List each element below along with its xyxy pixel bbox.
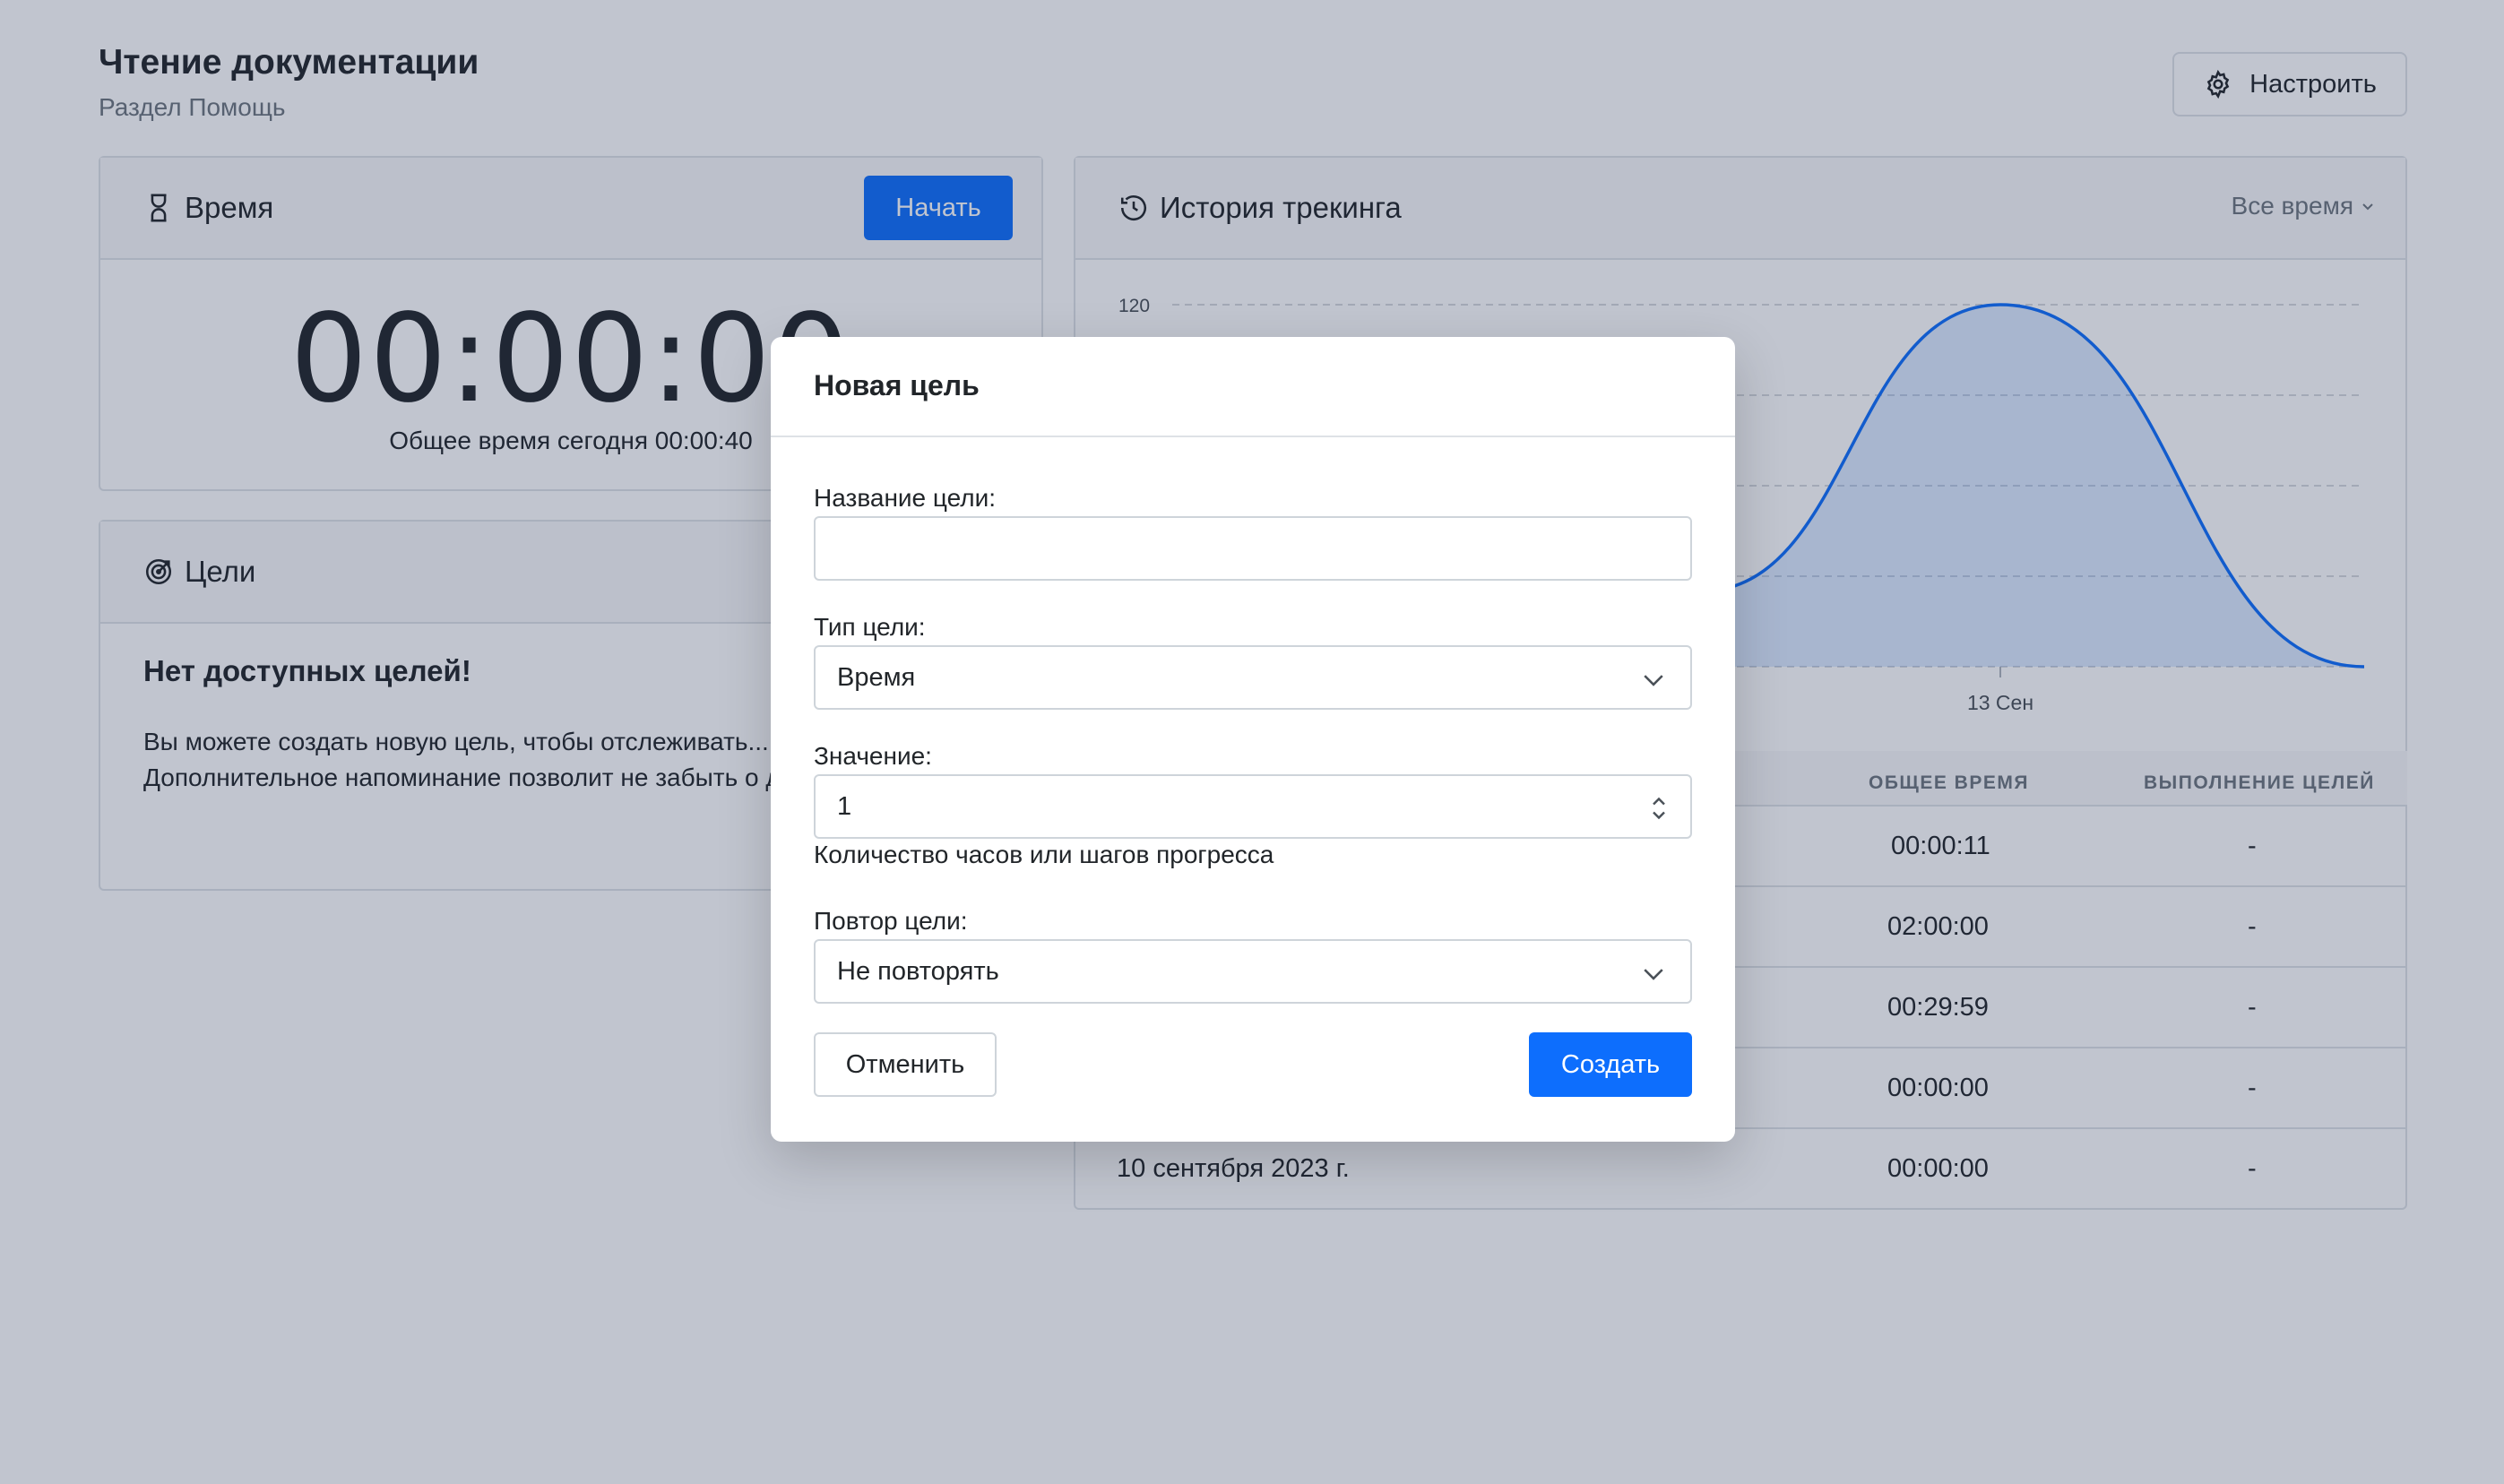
page: Чтение документации Раздел Помощь Настро… bbox=[0, 0, 2504, 1484]
cancel-button[interactable]: Отменить bbox=[814, 1032, 997, 1097]
modal-title: Новая цель bbox=[814, 369, 980, 401]
goal-type-value: Время bbox=[837, 662, 916, 692]
goal-repeat-value: Не повторять bbox=[837, 956, 999, 986]
chevron-down-icon bbox=[1644, 675, 1663, 686]
stepper-icon[interactable] bbox=[1651, 794, 1667, 823]
create-button[interactable]: Создать bbox=[1529, 1032, 1692, 1097]
new-goal-modal: Новая цель Название цели: Тип цели: Врем… bbox=[771, 337, 1735, 1142]
goal-value-label: Значение: bbox=[814, 742, 932, 770]
goal-type-label: Тип цели: bbox=[814, 613, 926, 641]
goal-repeat-label: Повтор цели: bbox=[814, 907, 968, 935]
goal-name-label: Название цели: bbox=[814, 484, 997, 512]
goal-value-text: 1 bbox=[837, 791, 852, 821]
goal-name-input[interactable] bbox=[814, 516, 1692, 581]
goal-value-help: Количество часов или шагов прогресса bbox=[814, 841, 1274, 868]
modal-header: Новая цель bbox=[771, 337, 1735, 437]
goal-repeat-select[interactable]: Не повторять bbox=[814, 939, 1692, 1004]
goal-value-input[interactable]: 1 bbox=[814, 774, 1692, 839]
goal-type-select[interactable]: Время bbox=[814, 645, 1692, 710]
chevron-down-icon bbox=[1644, 969, 1663, 980]
